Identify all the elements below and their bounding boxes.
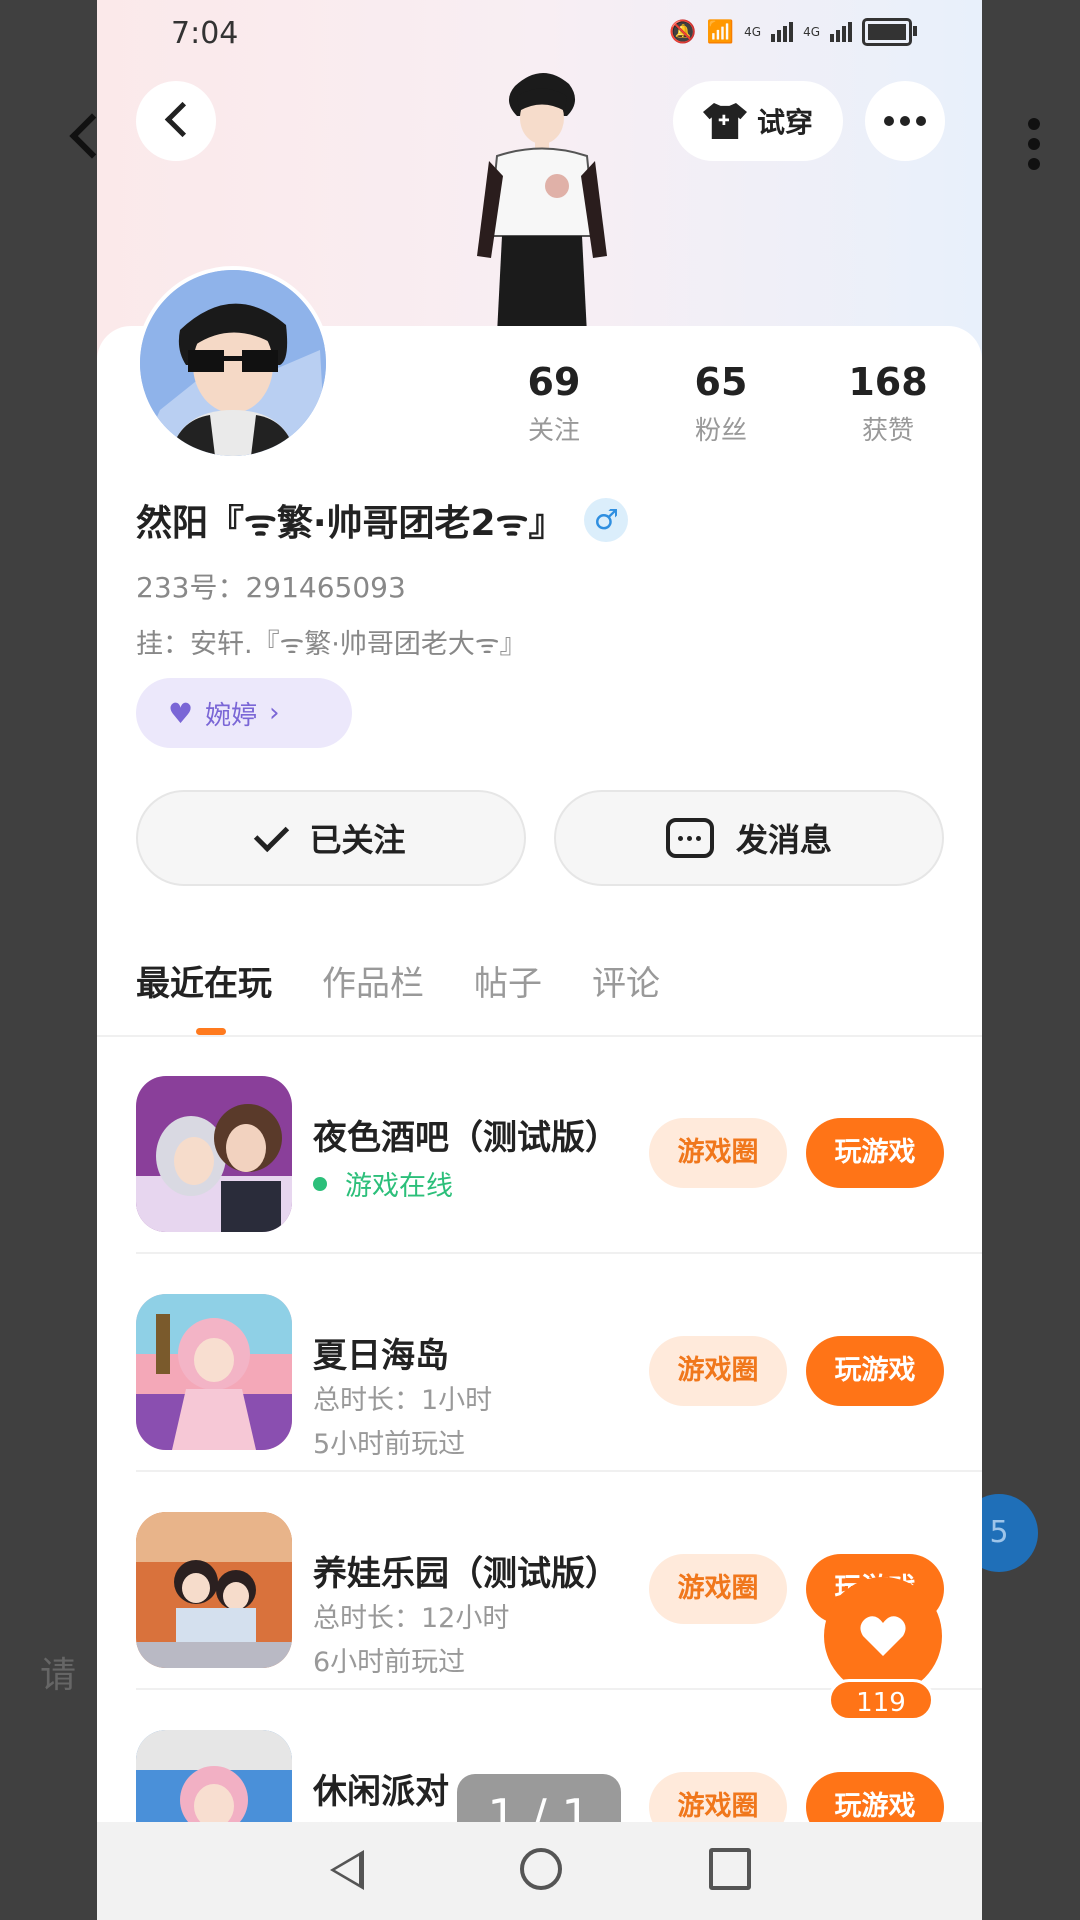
more-dot [900, 116, 910, 126]
more-dot [884, 116, 894, 126]
stat-value: 69 [527, 360, 581, 404]
signal-icon [771, 22, 794, 42]
game-last-played: 5小时前玩过 [313, 1429, 466, 1460]
active-tab-indicator [196, 1028, 226, 1035]
user-affiliation: 挂：安轩.『ᯤ繁·帅哥团老大ᯤ』 [136, 629, 527, 660]
stat-followers[interactable]: 65 粉丝 [661, 360, 781, 447]
online-dot-icon [313, 1176, 327, 1191]
status-time: 7:04 [171, 16, 239, 51]
play-game-button[interactable]: 玩游戏 [806, 1118, 944, 1188]
battery-icon [862, 18, 917, 46]
stat-label: 粉丝 [694, 416, 747, 446]
game-row[interactable]: 夜色酒吧（测试版） 游戏在线 游戏圈 玩游戏 [97, 1036, 982, 1254]
game-duration: 总时长：12小时 [313, 1603, 510, 1634]
game-icon [136, 1076, 292, 1232]
nav-home-icon[interactable] [520, 1848, 562, 1890]
tab-posts[interactable]: 帖子 [474, 956, 542, 1005]
play-game-button[interactable]: 玩游戏 [806, 1336, 944, 1406]
signal-label-1: 4G [744, 25, 762, 39]
game-circle-button[interactable]: 游戏圈 [649, 1554, 787, 1624]
game-circle-button[interactable]: 游戏圈 [649, 1336, 787, 1406]
game-status: 游戏在线 [313, 1164, 453, 1203]
nav-back-icon[interactable] [330, 1850, 364, 1890]
status-icons: 🔕 📶 4G 4G [669, 18, 917, 46]
signal-icon [830, 22, 852, 42]
more-dot [916, 116, 926, 126]
like-count: 119 [828, 1679, 934, 1721]
game-icon [136, 1294, 292, 1450]
chevron-right-icon: › [269, 698, 280, 728]
game-title: 养娃乐园（测试版） [313, 1554, 619, 1594]
background-more-icon [1028, 118, 1040, 178]
stat-likes[interactable]: 168 获赞 [828, 360, 948, 447]
system-nav-bar [97, 1822, 982, 1920]
back-button[interactable] [136, 81, 216, 161]
game-icon [136, 1512, 292, 1668]
relationship-tag[interactable]: ♥ 婉婷 › [136, 678, 352, 748]
mute-icon: 🔕 [669, 19, 697, 45]
message-button[interactable]: 发消息 [554, 790, 944, 886]
game-status-label: 游戏在线 [345, 1171, 453, 1202]
tryon-label: 试穿 [756, 106, 813, 139]
tab-comments[interactable]: 评论 [592, 956, 660, 1005]
nav-recent-apps-icon[interactable] [709, 1848, 751, 1890]
tryon-button[interactable]: 试穿 [673, 81, 843, 161]
tab-recent-played[interactable]: 最近在玩 [136, 956, 272, 1005]
background-right [982, 0, 1080, 1920]
chat-icon [665, 818, 714, 858]
shirt-icon [702, 103, 747, 139]
user-name: 然阳『ᯤ繁·帅哥团老2ᯤ』 [136, 503, 565, 544]
stat-label: 获赞 [861, 416, 914, 446]
profile-page: 7:04 🔕 📶 4G 4G 试穿 [97, 0, 982, 1920]
stat-following[interactable]: 69 关注 [494, 360, 614, 447]
relationship-tag-label: 婉婷 [205, 700, 258, 731]
user-id: 233号：291465093 [136, 571, 406, 604]
like-button[interactable] [824, 1577, 942, 1695]
heart-icon: ♥ [168, 696, 194, 730]
game-circle-button[interactable]: 游戏圈 [649, 1118, 787, 1188]
background-left [0, 0, 97, 1920]
message-label: 发消息 [735, 821, 832, 859]
more-button[interactable] [865, 81, 945, 161]
wifi-icon: 📶 [706, 19, 735, 45]
game-last-played: 6小时前玩过 [313, 1647, 466, 1678]
name-row: 然阳『ᯤ繁·帅哥团老2ᯤ』 ♂ [136, 494, 629, 546]
background-search-hint: 请 [40, 1655, 77, 1696]
stat-label: 关注 [527, 416, 580, 446]
game-duration: 总时长：1小时 [313, 1385, 493, 1416]
profile-tabs: 最近在玩 作品栏 帖子 评论 [136, 956, 660, 1005]
heart-icon [860, 1616, 906, 1656]
check-icon [254, 816, 290, 852]
tab-works[interactable]: 作品栏 [322, 956, 424, 1005]
game-title: 夜色酒吧（测试版） [313, 1118, 619, 1158]
avatar[interactable] [136, 266, 330, 460]
game-title: 休闲派对 [313, 1772, 449, 1812]
signal-label-2: 4G [803, 25, 820, 39]
male-icon: ♂ [584, 498, 629, 542]
stat-value: 65 [694, 360, 748, 404]
stat-value: 168 [848, 360, 928, 404]
game-title: 夏日海岛 [313, 1336, 449, 1376]
character-avatar-figure [477, 72, 607, 334]
status-bar: 7:04 🔕 📶 4G 4G [97, 0, 982, 66]
game-row[interactable]: 夏日海岛 总时长：1小时 5小时前玩过 游戏圈 玩游戏 [97, 1254, 982, 1472]
follow-button[interactable]: 已关注 [136, 790, 526, 886]
follow-label: 已关注 [309, 821, 406, 859]
